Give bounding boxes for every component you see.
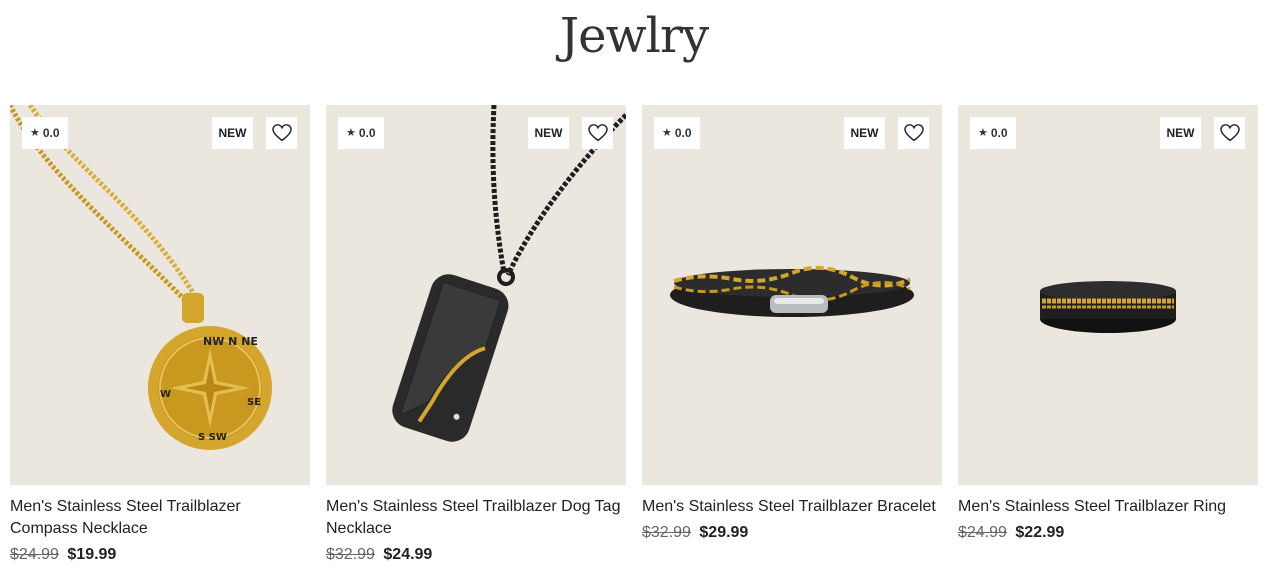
wishlist-button[interactable] — [1214, 117, 1245, 149]
new-badge: NEW — [212, 117, 253, 149]
ring-image — [1040, 281, 1176, 333]
original-price: $24.99 — [10, 546, 59, 563]
compass-necklace-image: NW N NE W SE S SW — [10, 105, 272, 450]
heart-icon — [271, 124, 292, 142]
product-card[interactable]: ★ 0.0 NEW Men's Stainless Steel Trailbla… — [326, 105, 626, 585]
rating-badge: ★ 0.0 — [338, 117, 384, 149]
heart-icon — [587, 124, 608, 142]
star-icon: ★ — [978, 126, 988, 139]
svg-text:S SW: S SW — [198, 432, 227, 443]
rating-value: 0.0 — [990, 126, 1008, 140]
svg-text:NW N NE: NW N NE — [203, 335, 258, 348]
bracelet-image — [670, 265, 914, 317]
product-card[interactable]: NW N NE W SE S SW ★ 0.0 NEW Men's Stainl… — [10, 105, 310, 585]
product-name-link[interactable]: Men's Stainless Steel Trailblazer Dog Ta… — [326, 496, 626, 540]
product-card[interactable]: ★ 0.0 NEW Men's Stainless Steel Trailbla… — [958, 105, 1258, 585]
sale-price: $22.99 — [1015, 524, 1065, 541]
product-image[interactable] — [642, 105, 942, 485]
product-name-link[interactable]: Men's Stainless Steel Trailblazer Bracel… — [642, 496, 942, 518]
star-icon: ★ — [30, 126, 40, 139]
rating-value: 0.0 — [42, 126, 60, 140]
sale-price: $19.99 — [67, 546, 117, 563]
page-title: Jewlry — [559, 8, 709, 64]
new-badge: NEW — [528, 117, 569, 149]
original-price: $24.99 — [958, 524, 1007, 541]
rating-value: 0.0 — [674, 126, 692, 140]
new-badge: NEW — [1160, 117, 1201, 149]
wishlist-button[interactable] — [582, 117, 613, 149]
star-icon: ★ — [662, 126, 672, 139]
rating-value: 0.0 — [358, 126, 376, 140]
sale-price: $24.99 — [383, 546, 433, 563]
product-price: $32.99 $29.99 — [642, 522, 942, 544]
original-price: $32.99 — [642, 524, 691, 541]
product-price: $32.99 $24.99 — [326, 544, 626, 566]
product-price: $24.99 $22.99 — [958, 522, 1258, 544]
new-badge: NEW — [844, 117, 885, 149]
product-image[interactable] — [326, 105, 626, 485]
dog-tag-necklace-image — [392, 105, 626, 442]
product-name-link[interactable]: Men's Stainless Steel Trailblazer Ring — [958, 496, 1258, 518]
sale-price: $29.99 — [699, 524, 749, 541]
rating-badge: ★ 0.0 — [970, 117, 1016, 149]
heart-icon — [1219, 124, 1240, 142]
product-price: $24.99 $19.99 — [10, 544, 310, 566]
product-card[interactable]: ★ 0.0 NEW Men's Stainless Steel Trailbla… — [642, 105, 942, 585]
product-name-link[interactable]: Men's Stainless Steel Trailblazer Compas… — [10, 496, 310, 540]
wishlist-button[interactable] — [898, 117, 929, 149]
original-price: $32.99 — [326, 546, 375, 563]
svg-text:W: W — [160, 389, 171, 400]
rating-badge: ★ 0.0 — [22, 117, 68, 149]
heart-icon — [903, 124, 924, 142]
product-grid: NW N NE W SE S SW ★ 0.0 NEW Men's Stainl… — [10, 105, 1258, 585]
svg-text:SE: SE — [247, 397, 261, 408]
wishlist-button[interactable] — [266, 117, 297, 149]
rating-badge: ★ 0.0 — [654, 117, 700, 149]
star-icon: ★ — [346, 126, 356, 139]
product-image[interactable]: NW N NE W SE S SW — [10, 105, 310, 485]
product-image[interactable] — [958, 105, 1258, 485]
